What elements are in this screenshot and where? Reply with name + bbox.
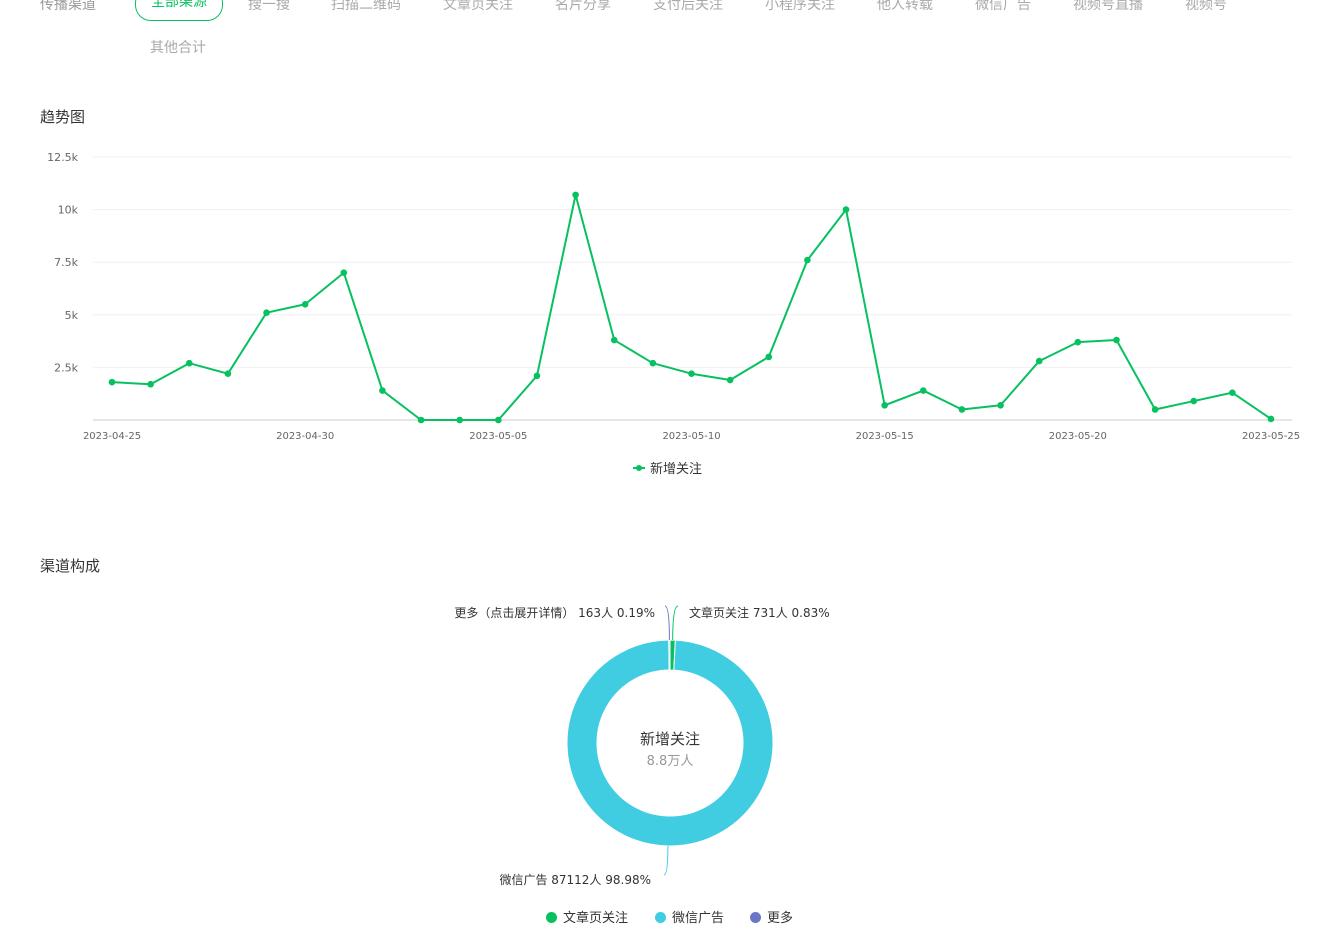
donut-center-title: 新增关注	[640, 730, 700, 748]
slice-label: 微信广告 87112人 98.98%	[499, 873, 651, 887]
slice-leader-line	[672, 605, 679, 641]
channel-donut-chart: 文章页关注 731人 0.83% 微信广告 87112人 98.98% 更多（点击展…	[454, 605, 830, 887]
legend-item-article[interactable]: 文章页关注	[546, 907, 628, 926]
legend-dot-icon	[750, 912, 761, 923]
legend-item-more[interactable]: 更多	[750, 907, 793, 926]
legend-item-wechat-ad[interactable]: 微信广告	[655, 907, 724, 926]
legend-dot-icon	[546, 912, 557, 923]
legend-dot-icon	[655, 912, 666, 923]
slice-leader-line	[663, 845, 669, 876]
slice-leader-line	[664, 605, 670, 641]
slice-label: 更多（点击展开详情） 163人 0.19%	[454, 605, 655, 620]
slice-label: 文章页关注 731人 0.83%	[689, 605, 830, 620]
donut-center-value: 8.8万人	[647, 754, 694, 769]
donut-legend: 文章页关注 微信广告 更多	[0, 907, 1323, 927]
donut-slice[interactable]	[668, 639, 671, 671]
